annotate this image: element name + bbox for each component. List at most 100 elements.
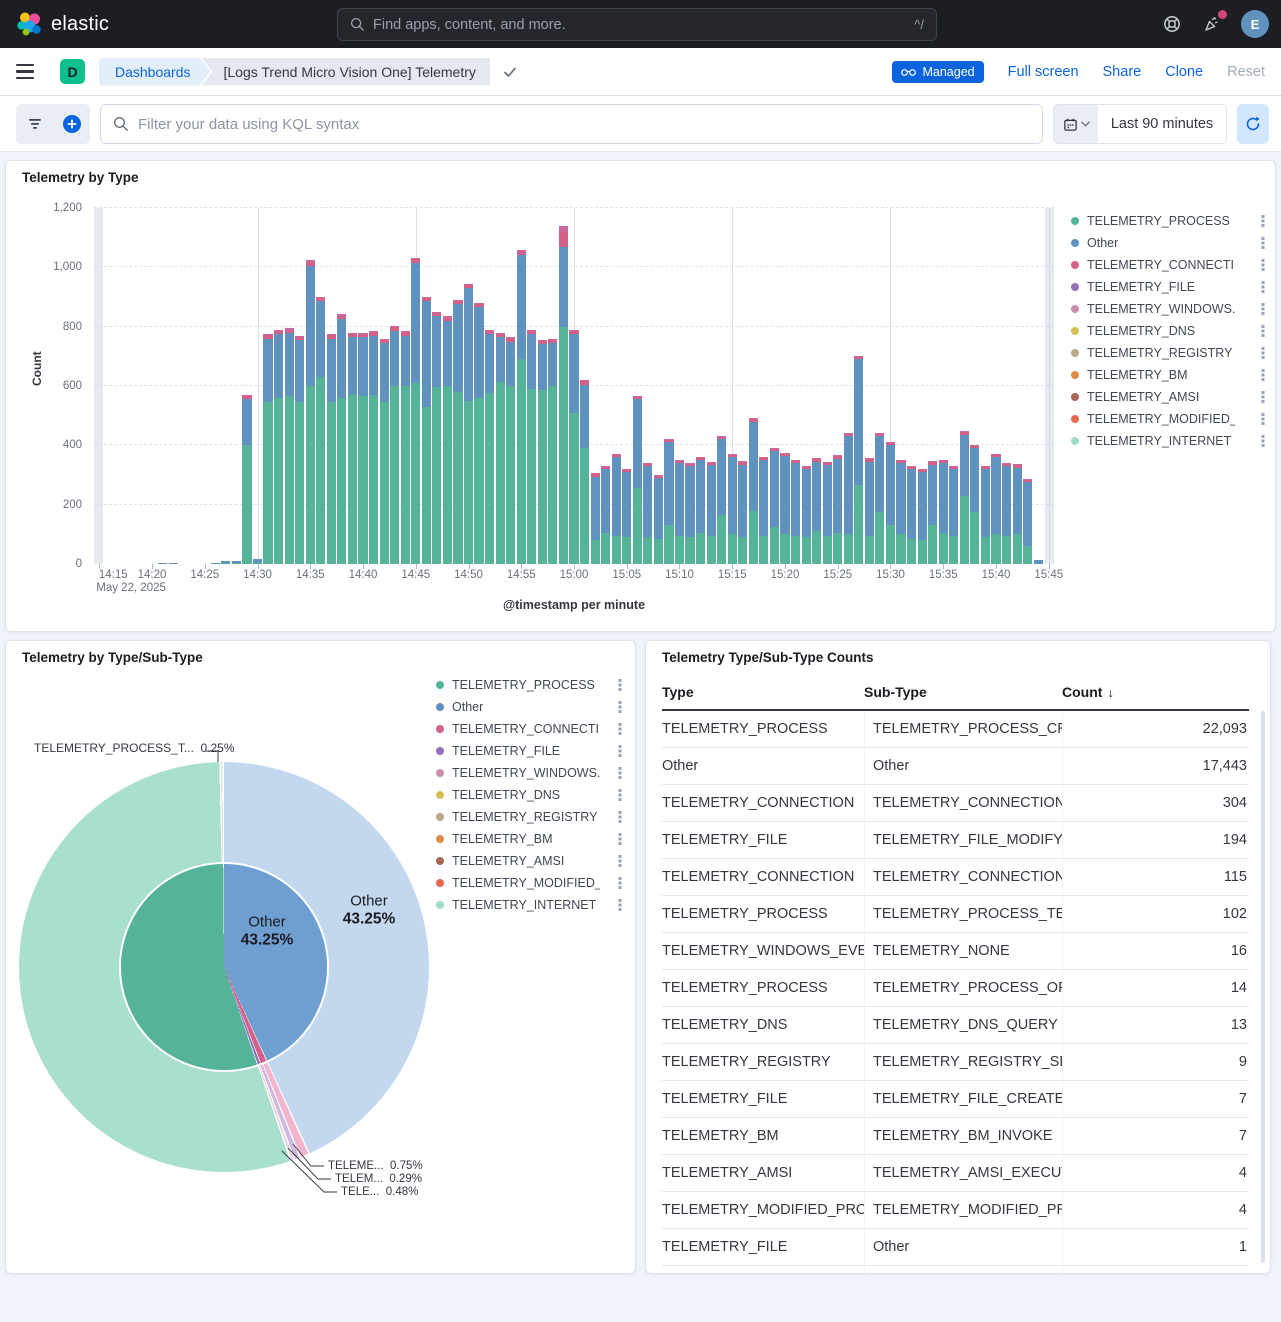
legend-actions-icon[interactable] xyxy=(616,810,624,824)
legend-actions-icon[interactable] xyxy=(1259,434,1267,448)
table-row[interactable]: TELEMETRY_FILETELEMETRY_FILE_MODIFY194 xyxy=(662,822,1249,859)
legend-actions-icon[interactable] xyxy=(1259,280,1267,294)
legend-item-telemetry-process[interactable]: TELEMETRY_PROCESS xyxy=(1071,210,1267,232)
column-header-count[interactable]: Count↓ xyxy=(1062,675,1249,709)
legend-actions-icon[interactable] xyxy=(616,898,624,912)
managed-badge[interactable]: Managed xyxy=(892,61,983,83)
table-row[interactable]: TELEMETRY_PROCESSTELEMETRY_PROCESS_CREAT… xyxy=(662,711,1249,748)
legend-actions-icon[interactable] xyxy=(1259,346,1267,360)
calendar-button[interactable] xyxy=(1054,105,1098,143)
column-header-type[interactable]: Type xyxy=(662,675,864,709)
legend-actions-icon[interactable] xyxy=(1259,412,1267,426)
legend-actions-icon[interactable] xyxy=(616,678,624,692)
elastic-logo[interactable]: elastic xyxy=(0,11,125,37)
table-body: TELEMETRY_PROCESSTELEMETRY_PROCESS_CREAT… xyxy=(662,711,1249,1274)
legend-item-telemetry-dns[interactable]: TELEMETRY_DNS xyxy=(436,784,624,806)
legend-item-telemetry-windows[interactable]: TELEMETRY_WINDOWS... xyxy=(436,762,624,784)
legend-item-telemetry-windows[interactable]: TELEMETRY_WINDOWS... xyxy=(1071,298,1267,320)
table-row[interactable]: TELEMETRY_FILEOther1 xyxy=(662,1229,1249,1266)
legend-actions-icon[interactable] xyxy=(1259,324,1267,338)
legend-item-telemetry-amsi[interactable]: TELEMETRY_AMSI xyxy=(436,850,624,872)
breadcrumb-dashboards[interactable]: Dashboards xyxy=(99,58,211,86)
legend-item-telemetry-modified[interactable]: TELEMETRY_MODIFIED_... xyxy=(436,872,624,894)
legend-item-telemetry-registry[interactable]: TELEMETRY_REGISTRY xyxy=(1071,342,1267,364)
user-avatar[interactable]: E xyxy=(1241,10,1269,38)
legend-item-telemetry-process[interactable]: TELEMETRY_PROCESS xyxy=(436,674,624,696)
clone-button[interactable]: Clone xyxy=(1165,64,1203,80)
x-tick-label: 15:30 xyxy=(876,569,905,581)
table-scrollbar[interactable] xyxy=(1261,711,1265,1263)
dashboard-app-icon[interactable]: D xyxy=(60,59,85,84)
legend-actions-icon[interactable] xyxy=(616,876,624,890)
legend-item-telemetry-file[interactable]: TELEMETRY_FILE xyxy=(436,740,624,762)
legend-item-telemetry-bm[interactable]: TELEMETRY_BM xyxy=(436,828,624,850)
legend-actions-icon[interactable] xyxy=(616,744,624,758)
legend-item-telemetry-connecti[interactable]: TELEMETRY_CONNECTI... xyxy=(1071,254,1267,276)
legend-actions-icon[interactable] xyxy=(1259,368,1267,382)
legend-actions-icon[interactable] xyxy=(616,722,624,736)
legend-actions-icon[interactable] xyxy=(1259,390,1267,404)
kql-filter-input[interactable]: Filter your data using KQL syntax xyxy=(100,104,1043,144)
table-row[interactable]: TELEMETRY_CONNECTIONTELEMETRY_CONNECTION… xyxy=(662,785,1249,822)
legend-item-telemetry-modified[interactable]: TELEMETRY_MODIFIED_... xyxy=(1071,408,1267,430)
legend-item-telemetry-internet[interactable]: TELEMETRY_INTERNET xyxy=(436,894,624,916)
table-row[interactable]: TELEMETRY_REGISTRYTELEMETRY_REGISTRY_SET… xyxy=(662,1044,1249,1081)
legend-actions-icon[interactable] xyxy=(616,832,624,846)
x-tick-label: 15:15 xyxy=(718,569,747,581)
global-search-input[interactable]: Find apps, content, and more. ^/ xyxy=(337,8,937,41)
table-row[interactable]: TELEMETRY_MODIFIED_PROCTELEMETRY_MODIFIE… xyxy=(662,1192,1249,1229)
legend-item-telemetry-connecti[interactable]: TELEMETRY_CONNECTI... xyxy=(436,718,624,740)
table-row[interactable]: TELEMETRY_INTERNETTELEMETRY_INTERNET_CON… xyxy=(662,1266,1249,1274)
cell-count: 17,443 xyxy=(1062,748,1249,784)
legend-color-dot xyxy=(1071,327,1079,335)
managed-label: Managed xyxy=(922,65,974,79)
legend-actions-icon[interactable] xyxy=(616,854,624,868)
legend-item-telemetry-internet[interactable]: TELEMETRY_INTERNET xyxy=(1071,430,1267,452)
y-tick-label: 0 xyxy=(76,558,82,570)
legend-actions-icon[interactable] xyxy=(616,766,624,780)
share-button[interactable]: Share xyxy=(1103,64,1142,80)
full-screen-button[interactable]: Full screen xyxy=(1008,64,1079,80)
legend-actions-icon[interactable] xyxy=(1259,258,1267,272)
legend-color-dot xyxy=(436,703,444,711)
table-row[interactable]: TELEMETRY_WINDOWS_EVENTELEMETRY_NONE16 xyxy=(662,933,1249,970)
reset-button[interactable]: Reset xyxy=(1227,64,1265,80)
legend-actions-icon[interactable] xyxy=(616,700,624,714)
y-tick-label: 400 xyxy=(63,439,82,451)
help-icon[interactable] xyxy=(1161,13,1183,35)
x-tick-label: 14:25 xyxy=(190,569,219,581)
table-row[interactable]: TELEMETRY_AMSITELEMETRY_AMSI_EXECUTE4 xyxy=(662,1155,1249,1192)
legend-item-telemetry-file[interactable]: TELEMETRY_FILE xyxy=(1071,276,1267,298)
table-row[interactable]: TELEMETRY_DNSTELEMETRY_DNS_QUERY13 xyxy=(662,1007,1249,1044)
legend-item-other[interactable]: Other xyxy=(436,696,624,718)
menu-icon[interactable] xyxy=(16,60,40,84)
table-row[interactable]: TELEMETRY_FILETELEMETRY_FILE_CREATE7 xyxy=(662,1081,1249,1118)
table-row[interactable]: OtherOther17,443 xyxy=(662,748,1249,785)
legend-actions-icon[interactable] xyxy=(616,788,624,802)
sunburst-inner-ring[interactable] xyxy=(121,864,327,1070)
legend-item-telemetry-dns[interactable]: TELEMETRY_DNS xyxy=(1071,320,1267,342)
legend-item-telemetry-registry[interactable]: TELEMETRY_REGISTRY xyxy=(436,806,624,828)
news-feed-icon[interactable] xyxy=(1201,13,1223,35)
cell-count: 4 xyxy=(1062,1192,1249,1228)
cell-subtype: Other xyxy=(864,748,1062,784)
legend-item-telemetry-amsi[interactable]: TELEMETRY_AMSI xyxy=(1071,386,1267,408)
table-row[interactable]: TELEMETRY_PROCESSTELEMETRY_PROCESS_OPEN1… xyxy=(662,970,1249,1007)
legend-label: TELEMETRY_AMSI xyxy=(452,854,564,868)
legend-actions-icon[interactable] xyxy=(1259,236,1267,250)
table-row[interactable]: TELEMETRY_CONNECTIONTELEMETRY_CONNECTION… xyxy=(662,859,1249,896)
table-row[interactable]: TELEMETRY_BMTELEMETRY_BM_INVOKE7 xyxy=(662,1118,1249,1155)
add-filter-button[interactable] xyxy=(53,104,90,144)
refresh-button[interactable] xyxy=(1237,104,1269,144)
filters-menu-button[interactable] xyxy=(16,104,53,144)
cell-subtype: TELEMETRY_DNS_QUERY xyxy=(864,1007,1062,1043)
checkmark-icon[interactable] xyxy=(502,64,518,80)
column-header-subtype[interactable]: Sub-Type xyxy=(864,675,1062,709)
time-range-button[interactable]: Last 90 minutes xyxy=(1098,105,1226,143)
legend-item-other[interactable]: Other xyxy=(1071,232,1267,254)
legend-actions-icon[interactable] xyxy=(1259,214,1267,228)
dashboard-canvas: Telemetry by Type Count 02004006008001,0… xyxy=(0,152,1281,1322)
legend-item-telemetry-bm[interactable]: TELEMETRY_BM xyxy=(1071,364,1267,386)
legend-actions-icon[interactable] xyxy=(1259,302,1267,316)
table-row[interactable]: TELEMETRY_PROCESSTELEMETRY_PROCESS_TERM1… xyxy=(662,896,1249,933)
